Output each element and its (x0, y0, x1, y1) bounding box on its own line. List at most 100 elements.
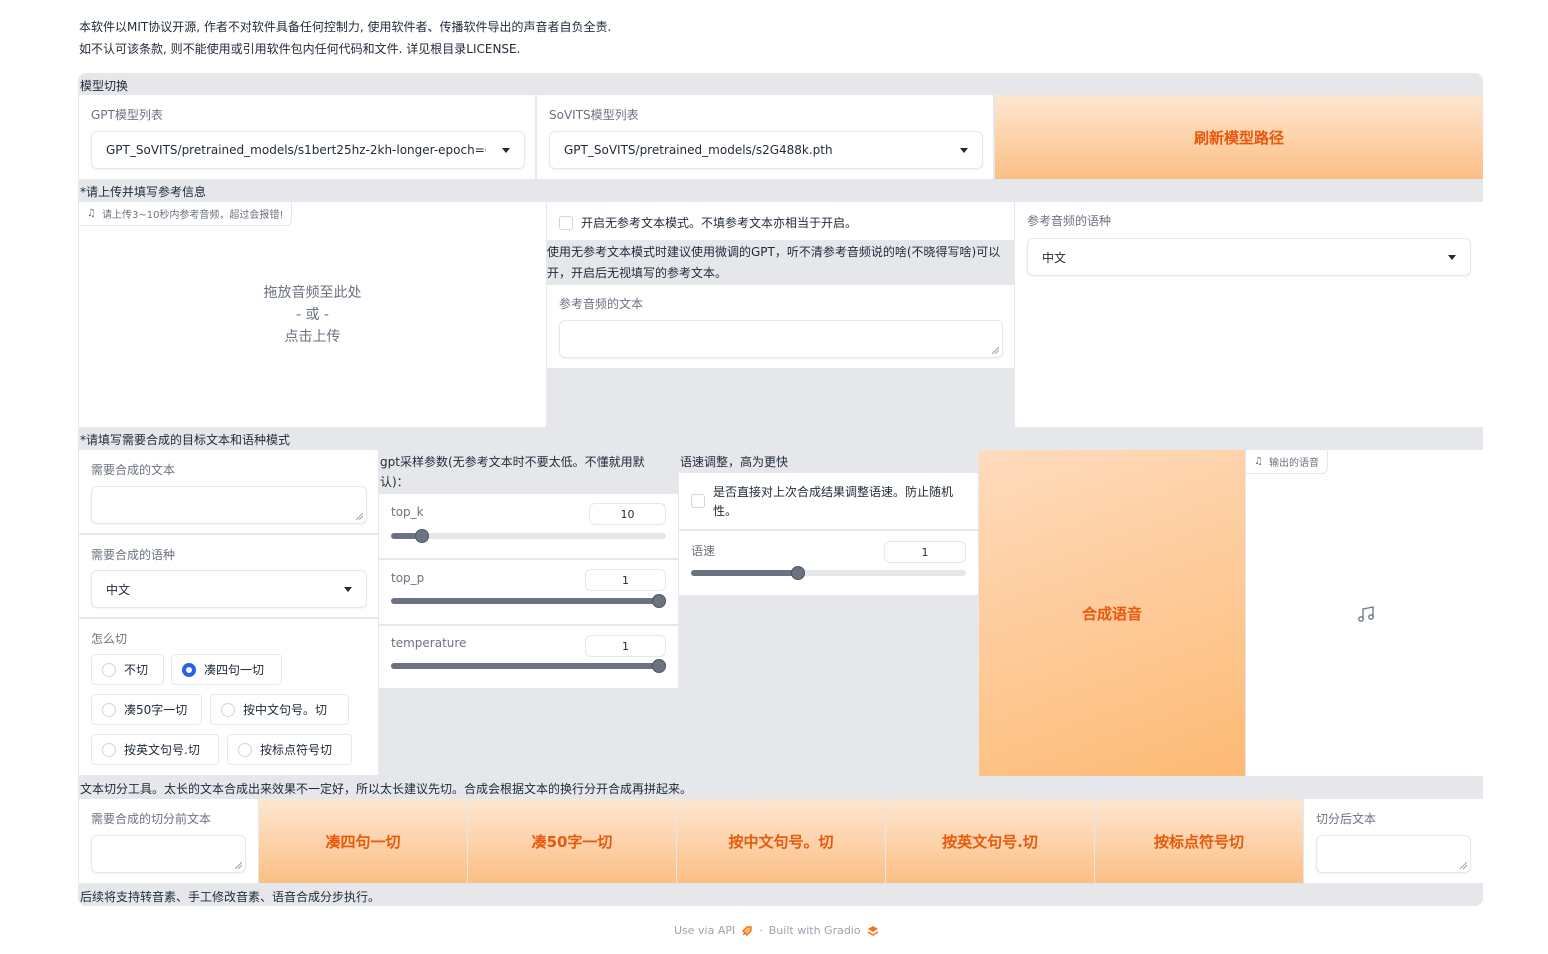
target-lang-dropdown[interactable]: 中文 (91, 570, 367, 608)
split-option-label: 按英文句号.切 (124, 743, 200, 757)
radio-icon (102, 662, 116, 677)
speed-section-label: 语速调整，高为更快 (680, 455, 789, 469)
gpt-params-label: gpt采样参数(无参考文本时不要太低。不懂就用默认)： (380, 455, 645, 489)
split-option-label: 凑50字一切 (124, 703, 188, 717)
sovits-model-dropdown[interactable]: GPT_SoVITS/pretrained_models/s2G488k.pth (549, 131, 983, 169)
music-note-icon: ♫ (87, 208, 96, 219)
split-option-none[interactable]: 不切 (91, 654, 164, 685)
footer: Use via API · Built with Gradio (674, 924, 879, 937)
temperature-panel: temperature 1 (379, 626, 678, 688)
no-ref-checkbox[interactable] (559, 215, 573, 230)
click-upload-text[interactable]: 点击上传 (79, 326, 546, 348)
output-audio-tag: ♫ 输出的语音 (1246, 450, 1328, 474)
radio-icon (221, 702, 235, 717)
output-audio-panel: ♫ 输出的语音 (1246, 450, 1483, 776)
chevron-down-icon (502, 147, 510, 153)
no-ref-checkbox-label: 开启无参考文本模式。不填参考文本亦相当于开启。 (581, 216, 858, 230)
splitter-section-title: 文本切分工具。太长的文本合成出来效果不一定好，所以太长建议先切。合成会根据文本的… (80, 782, 693, 796)
top-p-panel: top_p 1 (379, 560, 678, 624)
temperature-slider-fill (391, 663, 666, 669)
speed-slider-fill (691, 570, 798, 576)
speed-slider-thumb[interactable] (791, 566, 805, 580)
sovits-model-label: SoVITS模型列表 (549, 108, 639, 122)
music-note-icon (1358, 606, 1374, 622)
split-option-label: 按标点符号切 (260, 743, 333, 757)
split-option-cn-period[interactable]: 按中文句号。切 (210, 694, 349, 725)
split-option-four-sentences[interactable]: 凑四句一切 (171, 654, 282, 685)
speed-checkbox[interactable] (691, 494, 705, 508)
ref-lang-dropdown[interactable]: 中文 (1027, 238, 1471, 276)
split-input-label: 需要合成的切分前文本 (91, 812, 212, 826)
resize-grip-icon (1460, 862, 1467, 869)
bottom-note: 后续将支持转音素、手工修改音素、语音合成分步执行。 (80, 890, 381, 904)
split-option-50-chars[interactable]: 凑50字一切 (91, 694, 202, 725)
top-k-panel: top_k 10 (379, 494, 678, 558)
split-option-label: 按中文句号。切 (243, 703, 328, 717)
no-ref-hint: 使用无参考文本模式时建议使用微调的GPT，听不清参考音频说的啥(不晓得写啥)可以… (547, 245, 1001, 280)
chevron-down-icon (344, 586, 352, 592)
top-p-slider-thumb[interactable] (652, 594, 666, 608)
target-text-input[interactable] (91, 486, 367, 524)
split-50-chars-button[interactable]: 凑50字一切 (468, 799, 676, 883)
ref-lang-value: 中文 (1042, 250, 1067, 265)
top-k-slider-thumb[interactable] (415, 529, 429, 543)
sovits-model-panel: SoVITS模型列表 GPT_SoVITS/pretrained_models/… (537, 95, 993, 179)
output-audio-tag-label: 输出的语音 (1268, 458, 1319, 469)
split-input-panel: 需要合成的切分前文本 (79, 799, 258, 883)
or-text: - 或 - (295, 307, 329, 323)
ref-text-input[interactable] (559, 320, 1003, 358)
gpt-model-dropdown[interactable]: GPT_SoVITS/pretrained_models/s1bert25hz-… (91, 131, 525, 169)
target-lang-value: 中文 (106, 582, 131, 597)
split-option-punctuation[interactable]: 按标点符号切 (227, 734, 352, 765)
speed-checkbox-panel[interactable]: 是否直接对上次合成结果调整语速。防止随机性。 (679, 473, 978, 529)
split-input-textarea[interactable] (91, 835, 246, 873)
ref-text-panel: 参考音频的文本 (547, 285, 1014, 368)
reference-audio-upload[interactable]: ♫ 请上传3~10秒内参考音频，超过会报错! 拖放音频至此处 - 或 - 点击上… (79, 202, 546, 427)
temperature-label: temperature (391, 636, 467, 650)
reference-section-title: *请上传并填写参考信息 (80, 185, 207, 199)
temperature-input[interactable]: 1 (585, 635, 666, 657)
gpt-model-label: GPT模型列表 (91, 108, 163, 122)
split-option-en-period[interactable]: 按英文句号.切 (91, 734, 219, 765)
split-output-panel: 切分后文本 (1304, 799, 1483, 883)
radio-selected-icon (182, 662, 196, 677)
resize-grip-icon (992, 347, 999, 354)
split-option-label: 凑四句一切 (204, 663, 265, 677)
top-k-input[interactable]: 10 (589, 503, 666, 525)
built-with-gradio-link[interactable]: Built with Gradio (769, 924, 861, 937)
top-p-input[interactable]: 1 (585, 569, 666, 591)
target-section-title: *请填写需要合成的目标文本和语种模式 (80, 433, 291, 447)
speed-checkbox-label: 是否直接对上次合成结果调整语速。防止随机性。 (713, 485, 954, 518)
chevron-down-icon (960, 147, 968, 153)
license-notice-line2: 如不认可该条款, 则不能使用或引用软件包内任何代码和文件. 详见根目录LICEN… (79, 42, 521, 56)
split-en-period-button[interactable]: 按英文句号.切 (886, 799, 1094, 883)
top-p-slider-fill (391, 598, 666, 604)
split-method-panel: 怎么切 不切 凑四句一切 凑50字一切 按中文句号。切 按英文句号.切 按标点符… (79, 619, 378, 775)
target-lang-label: 需要合成的语种 (91, 548, 176, 562)
split-four-sentences-button[interactable]: 凑四句一切 (259, 799, 467, 883)
sovits-model-value: GPT_SoVITS/pretrained_models/s2G488k.pth (564, 143, 833, 157)
no-ref-checkbox-row[interactable]: 开启无参考文本模式。不填参考文本亦相当于开启。 (547, 202, 1014, 240)
use-via-api-link[interactable]: Use via API (674, 924, 735, 937)
radio-icon (102, 742, 116, 757)
top-k-slider-track[interactable] (391, 533, 666, 539)
refresh-model-button[interactable]: 刷新模型路径 (995, 95, 1483, 179)
rocket-icon (742, 925, 752, 936)
temperature-slider-thumb[interactable] (652, 659, 666, 673)
resize-grip-icon (356, 513, 363, 520)
ref-lang-panel: 参考音频的语种 中文 (1015, 202, 1483, 427)
split-output-textarea[interactable] (1316, 835, 1471, 873)
synthesize-button[interactable]: 合成语音 (979, 450, 1245, 776)
target-text-panel: 需要合成的文本 (79, 450, 378, 533)
ref-lang-label: 参考音频的语种 (1027, 214, 1112, 228)
speed-input[interactable]: 1 (884, 541, 966, 563)
music-note-icon: ♫ (1254, 456, 1263, 467)
reference-audio-tag-label: 请上传3~10秒内参考音频，超过会报错! (101, 210, 284, 221)
ref-text-label: 参考音频的文本 (559, 297, 644, 311)
resize-grip-icon (235, 862, 242, 869)
speed-label: 语速 (691, 544, 716, 558)
split-punctuation-button[interactable]: 按标点符号切 (1095, 799, 1303, 883)
target-lang-panel: 需要合成的语种 中文 (79, 535, 378, 617)
split-cn-period-button[interactable]: 按中文句号。切 (677, 799, 885, 883)
split-method-label: 怎么切 (91, 632, 128, 646)
